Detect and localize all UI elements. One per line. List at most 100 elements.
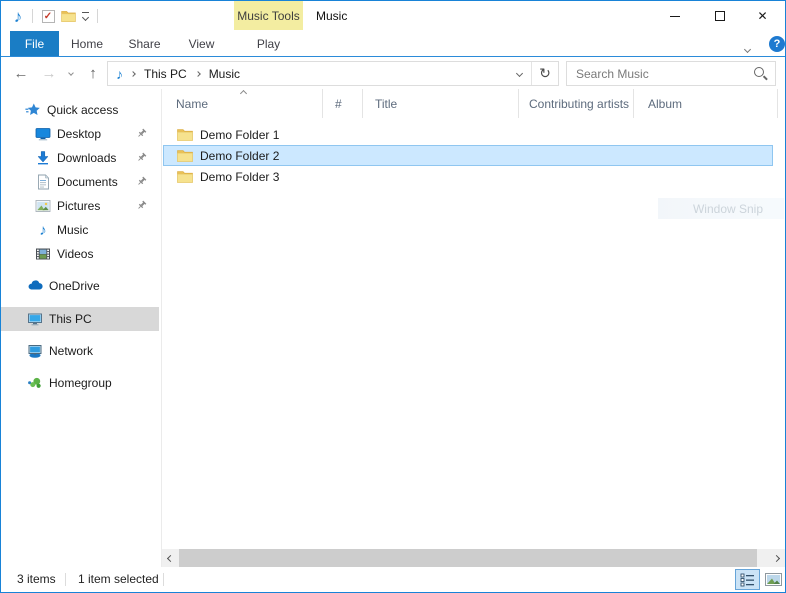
search-icon[interactable] [751,64,771,84]
file-row-demo-folder-1[interactable]: Demo Folder 1 [163,124,773,145]
pin-icon [136,152,147,163]
minimize-icon [670,16,680,17]
ribbon-tab-row: File Home Share View Play ? [1,31,785,57]
sidebar-item-onedrive[interactable]: OneDrive [1,274,159,298]
column-header-contributing-artists[interactable]: Contributing artists [519,89,634,118]
breadcrumb-chevron-icon[interactable] [130,71,136,77]
sidebar-item-label: Videos [57,247,93,261]
sidebar-item-videos[interactable]: Videos [1,242,159,266]
search-input[interactable] [567,67,751,81]
refresh-button[interactable]: ↻ [532,65,558,82]
qat-properties-button[interactable]: ✓ [39,1,57,31]
sidebar-item-music[interactable]: ♪ Music [1,218,159,242]
refresh-icon: ↻ [539,65,551,81]
column-header-album[interactable]: Album [634,89,778,118]
forward-arrow-icon: → [42,65,57,82]
forward-button[interactable]: → [37,58,61,88]
scroll-left-button[interactable] [162,549,179,567]
tab-view[interactable]: View [174,31,229,56]
pin-icon [136,176,147,187]
location-music-icon: ♪ [116,67,123,81]
chevron-right-icon [773,554,780,561]
quick-access-star-icon [25,102,41,118]
column-header-label: Contributing artists [529,97,629,111]
folder-icon [177,149,193,162]
sidebar-item-network[interactable]: Network [1,339,159,363]
sidebar-item-documents[interactable]: Documents [1,170,159,194]
breadcrumb-this-pc[interactable]: This PC [139,67,192,81]
sidebar-item-downloads[interactable]: Downloads [1,146,159,170]
sidebar-item-pictures[interactable]: Pictures [1,194,159,218]
chevron-down-icon [68,70,74,76]
thumbnail-view-button[interactable] [761,569,785,590]
chevron-left-icon [167,554,174,561]
recent-locations-button[interactable] [63,58,79,88]
back-arrow-icon: ← [14,65,29,82]
pictures-icon [35,198,51,214]
details-view-button[interactable] [735,569,760,590]
pin-icon [136,128,147,139]
sidebar-item-label: OneDrive [49,279,100,293]
details-view-icon [740,573,756,587]
desktop-icon [35,126,51,142]
tab-file[interactable]: File [10,31,59,56]
maximize-button[interactable] [697,1,742,31]
sidebar-item-label: Desktop [57,127,101,141]
window-title: Music [316,1,347,31]
file-row-demo-folder-2[interactable]: Demo Folder 2 [163,145,773,166]
pane-divider[interactable] [161,89,162,567]
file-name: Demo Folder 3 [200,170,279,184]
folder-icon [177,128,193,141]
sidebar-item-label: Documents [57,175,118,189]
address-bar[interactable]: ♪ This PC Music ↻ [107,61,559,86]
horizontal-scrollbar[interactable] [162,549,785,567]
help-button[interactable]: ? [769,36,785,52]
qat-new-folder-button[interactable] [59,1,77,31]
breadcrumb-music[interactable]: Music [204,67,245,81]
address-dropdown-button[interactable] [507,71,531,76]
sidebar-item-this-pc[interactable]: This PC [1,307,159,331]
properties-check-icon: ✓ [42,10,55,23]
tab-home[interactable]: Home [59,31,115,56]
maximize-icon [715,11,725,21]
minimize-button[interactable] [652,1,697,31]
folder-icon [177,170,193,183]
navigation-bar: ← → ↑ ♪ This PC Music ↻ [1,58,785,88]
sidebar-item-label: Pictures [57,199,100,213]
folder-icon [61,10,76,22]
scroll-right-button[interactable] [768,549,785,567]
column-header-title[interactable]: Title [363,89,519,118]
thumbnail-view-icon [765,573,782,586]
tab-share[interactable]: Share [115,31,174,56]
up-button[interactable]: ↑ [81,58,105,88]
window-snip-label: Window Snip [693,202,763,216]
downloads-icon [35,150,51,166]
chevron-down-icon [744,46,751,53]
title-bar: ♪ ✓ Music Tools Music ✕ [1,1,785,31]
close-icon: ✕ [757,9,767,23]
ribbon-collapse-button[interactable] [745,41,750,55]
qat-customize-button[interactable] [77,1,93,31]
column-header-number[interactable]: # [323,89,363,118]
back-button[interactable]: ← [9,58,33,88]
breadcrumb-chevron-icon[interactable] [195,71,201,77]
help-icon: ? [774,38,781,50]
file-name: Demo Folder 2 [200,149,279,163]
window-snip-tooltip: Window Snip [658,198,784,219]
explorer-window: ♪ ✓ Music Tools Music ✕ [0,0,786,593]
tab-play[interactable]: Play [234,31,303,56]
pin-icon [136,200,147,211]
scrollbar-thumb[interactable] [179,549,757,567]
navigation-pane: Quick access Desktop [1,89,161,549]
chevron-down-icon [515,70,522,77]
homegroup-icon [27,375,43,391]
sidebar-item-homegroup[interactable]: Homegroup [1,371,159,395]
close-button[interactable]: ✕ [740,1,785,31]
onedrive-cloud-icon [27,278,43,294]
sidebar-item-quick-access[interactable]: Quick access [1,98,159,122]
status-divider [65,573,66,586]
file-row-demo-folder-3[interactable]: Demo Folder 3 [163,166,773,187]
sidebar-item-desktop[interactable]: Desktop [1,122,159,146]
column-header-label: Album [648,97,682,111]
status-bar: 3 items 1 item selected [1,567,785,592]
